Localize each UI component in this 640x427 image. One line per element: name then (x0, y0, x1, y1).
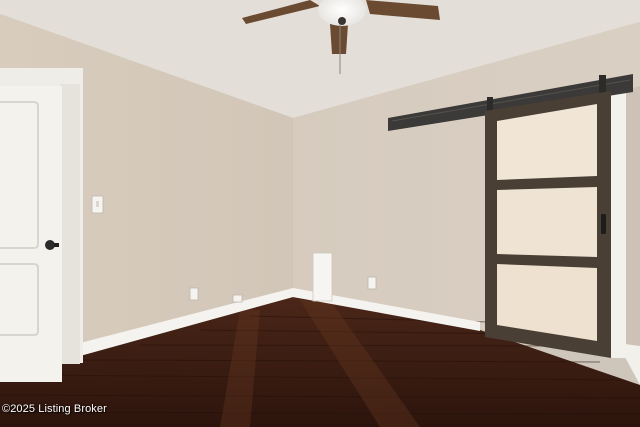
door-knob[interactable] (45, 240, 55, 250)
fan-blade-front (330, 24, 348, 54)
room-illustration (0, 0, 640, 427)
barn-door-panel-middle (497, 187, 597, 257)
doorway-trim (610, 90, 626, 358)
wall-vent (312, 252, 333, 302)
watermark: ©2025 Listing Broker (2, 403, 107, 415)
outlet-back-wall (367, 276, 377, 290)
fan-hub (338, 17, 346, 25)
outlet-left-wall (189, 287, 199, 301)
barn-door-handle[interactable] (601, 214, 606, 234)
baseboard-right (625, 344, 640, 385)
room-photo: ©2025 Listing Broker (0, 0, 640, 427)
light-switch-toggle (96, 201, 99, 207)
door-casing-shadow (60, 84, 80, 364)
door-knob-rose (54, 243, 59, 247)
right-wall (625, 86, 640, 380)
outlet-corner (232, 294, 243, 303)
entry-door[interactable] (0, 86, 62, 382)
